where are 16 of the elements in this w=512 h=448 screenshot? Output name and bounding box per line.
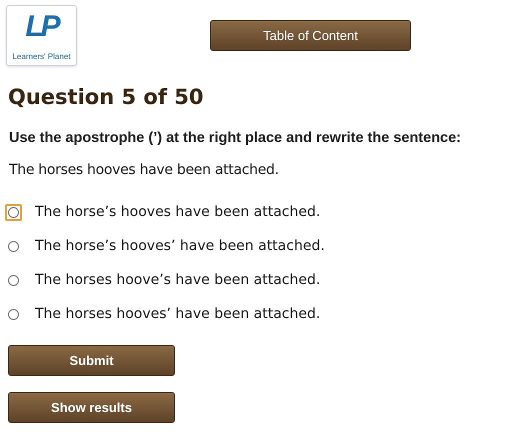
logo-mark: LP [25, 9, 58, 45]
show-results-button[interactable]: Show results [8, 392, 175, 424]
instruction-text: Use the apostrophe (’) at the right place and rewrite the sentence: [9, 128, 462, 148]
radio-button[interactable] [8, 240, 19, 252]
logo-caption: Learners' Planet [12, 52, 70, 62]
radio-button[interactable] [8, 308, 19, 320]
question-heading: Question 5 of 50 [8, 84, 204, 111]
option-label[interactable]: The horse’s hooves’ have been attached. [35, 236, 325, 257]
option-label[interactable]: The horses hooves’ have been attached. [35, 304, 320, 325]
radio-button[interactable] [8, 274, 19, 286]
table-of-content-button[interactable]: Table of Content [210, 20, 411, 51]
submit-button[interactable]: Submit [8, 345, 175, 376]
radio-button[interactable] [8, 206, 19, 218]
sentence-text: The horses hooves have been attached. [9, 161, 280, 180]
option-label[interactable]: The horses hoove’s have been attached. [35, 270, 320, 291]
option-label[interactable]: The horse’s hooves have been attached. [35, 202, 320, 223]
